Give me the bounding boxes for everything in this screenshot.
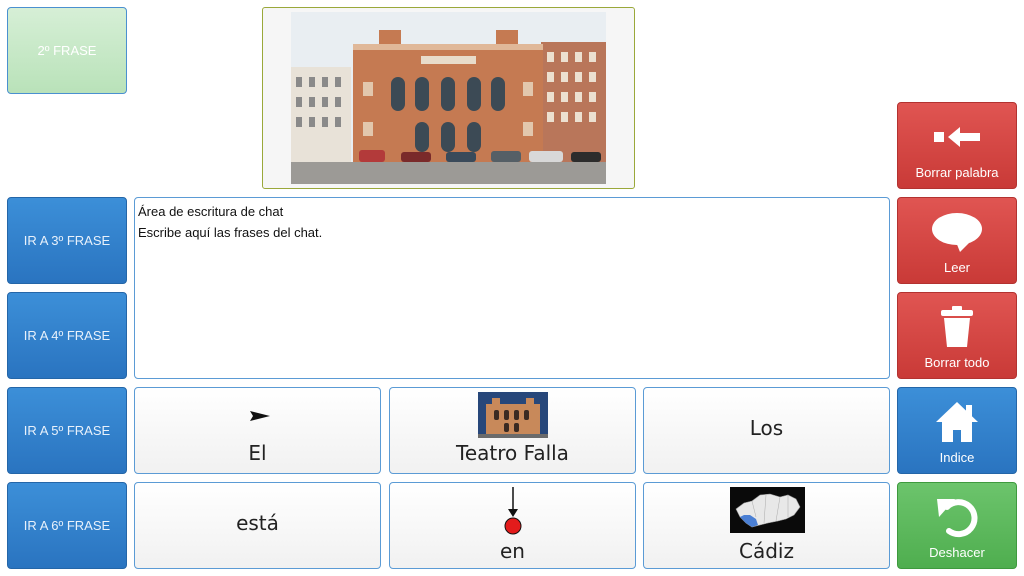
word-cell-cadiz[interactable]: Cádiz — [643, 482, 890, 569]
teatro-falla-photo-frame — [262, 7, 635, 189]
word-cell-el[interactable]: El — [134, 387, 381, 474]
ir-a-4-frase-button[interactable]: IR A 4º FRASE — [7, 292, 127, 379]
trash-icon — [941, 306, 973, 347]
ir-a-3-frase-label: IR A 3º FRASE — [23, 233, 111, 248]
word-teatro-falla-label: Teatro Falla — [456, 441, 569, 465]
chat-writing-area[interactable]: Área de escritura de chat Escribe aquí l… — [134, 197, 890, 379]
deshacer-label: Deshacer — [929, 545, 985, 560]
word-los-label: Los — [749, 416, 784, 440]
frase-2-button[interactable]: 2º FRASE — [7, 7, 127, 94]
leer-label: Leer — [943, 260, 971, 275]
deshacer-button[interactable]: Deshacer — [897, 482, 1017, 569]
borrar-todo-button[interactable]: Borrar todo — [897, 292, 1017, 379]
borrar-todo-label: Borrar todo — [924, 355, 990, 370]
home-icon — [936, 402, 978, 442]
word-cell-en[interactable]: en — [389, 482, 636, 569]
down-arrow-dot-icon — [504, 487, 522, 535]
andalusia-map-icon — [730, 487, 805, 533]
indice-label: Indice — [939, 450, 975, 465]
arrow-pointer-icon — [250, 411, 270, 421]
teatro-falla-photo — [291, 12, 606, 184]
frase-2-label: 2º FRASE — [37, 43, 97, 58]
speech-bubble-icon — [932, 213, 982, 252]
borrar-palabra-label: Borrar palabra — [915, 165, 999, 180]
ir-a-6-frase-label: IR A 6º FRASE — [23, 518, 111, 533]
chat-line-2: Escribe aquí las frases del chat. — [138, 225, 323, 240]
indice-button[interactable]: Indice — [897, 387, 1017, 474]
backspace-arrow-icon — [934, 127, 980, 147]
teatro-falla-thumbnail — [478, 392, 548, 438]
ir-a-5-frase-button[interactable]: IR A 5º FRASE — [7, 387, 127, 474]
word-cell-teatro-falla[interactable]: Teatro Falla — [389, 387, 636, 474]
ir-a-5-frase-label: IR A 5º FRASE — [23, 423, 111, 438]
word-cell-los[interactable]: Los — [643, 387, 890, 474]
word-cell-esta[interactable]: está — [134, 482, 381, 569]
leer-button[interactable]: Leer — [897, 197, 1017, 284]
borrar-palabra-button[interactable]: Borrar palabra — [897, 102, 1017, 189]
ir-a-6-frase-button[interactable]: IR A 6º FRASE — [7, 482, 127, 569]
word-esta-label: está — [236, 511, 279, 535]
ir-a-4-frase-label: IR A 4º FRASE — [23, 328, 111, 343]
word-en-label: en — [500, 539, 525, 563]
undo-icon — [937, 499, 978, 538]
chat-line-1: Área de escritura de chat — [138, 204, 284, 219]
word-el-label: El — [248, 441, 267, 465]
word-cadiz-label: Cádiz — [739, 539, 794, 563]
ir-a-3-frase-button[interactable]: IR A 3º FRASE — [7, 197, 127, 284]
